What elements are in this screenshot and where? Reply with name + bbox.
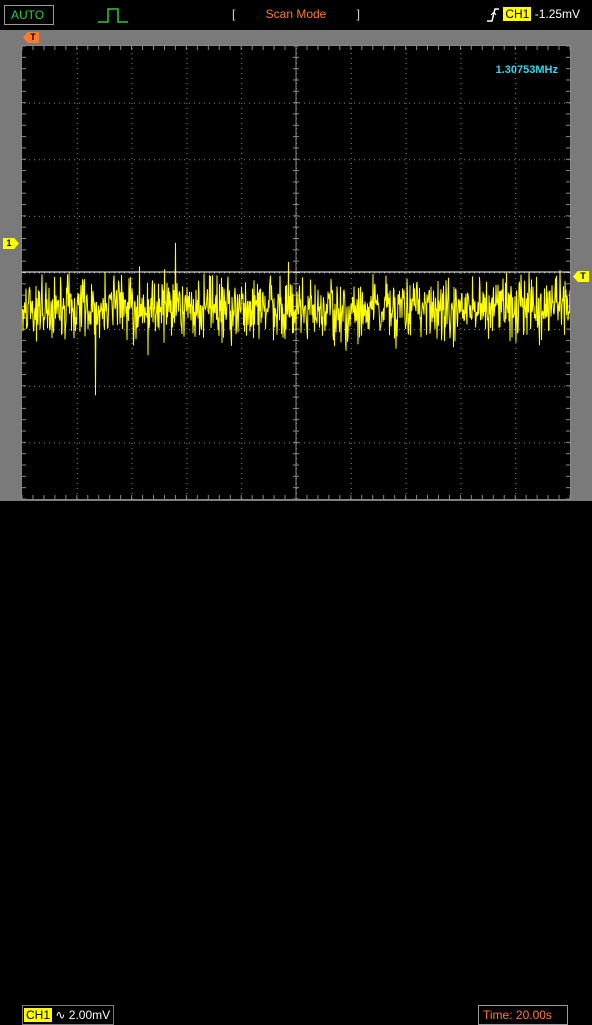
channel-offset-label: 1 [6,238,12,248]
trigger-channel-tag: CH1 [503,7,532,21]
trigger-position-label: T [30,32,36,42]
bottom-status-bar: CH1 ∿ 2.00mV Time: 20.00s [0,501,592,1025]
left-bracket: [ [232,7,236,21]
acquisition-mode-indicator[interactable]: [ Scan Mode ] [232,5,360,25]
waveform-display[interactable]: 1.30753MHz [21,45,571,500]
top-status-bar: AUTO [ Scan Mode ] CH1 -1.25mV [0,0,592,30]
trigger-status[interactable]: CH1 -1.25mV [486,5,588,25]
pulse-icon [96,5,132,25]
ac-coupling-icon: ∿ [55,1008,66,1022]
rising-edge-icon [487,8,499,22]
timebase-label: Time: [483,1008,513,1022]
channel-scale[interactable]: CH1 ∿ 2.00mV [22,1005,114,1025]
timebase[interactable]: Time: 20.00s [478,1005,568,1025]
trigger-level: -1.25mV [534,7,581,21]
run-mode-indicator[interactable]: AUTO [4,5,54,25]
frequency-readout: 1.30753MHz [495,64,558,76]
timebase-value: 20.00s [515,1008,552,1022]
trigger-level-label: T [580,271,586,281]
channel-scale-value: 2.00mV [68,1008,111,1022]
acquisition-mode-label: Scan Mode [265,7,327,21]
right-bracket: ] [356,7,360,21]
ch1-waveform-trace [22,242,570,396]
channel-tag: CH1 [24,1008,53,1022]
